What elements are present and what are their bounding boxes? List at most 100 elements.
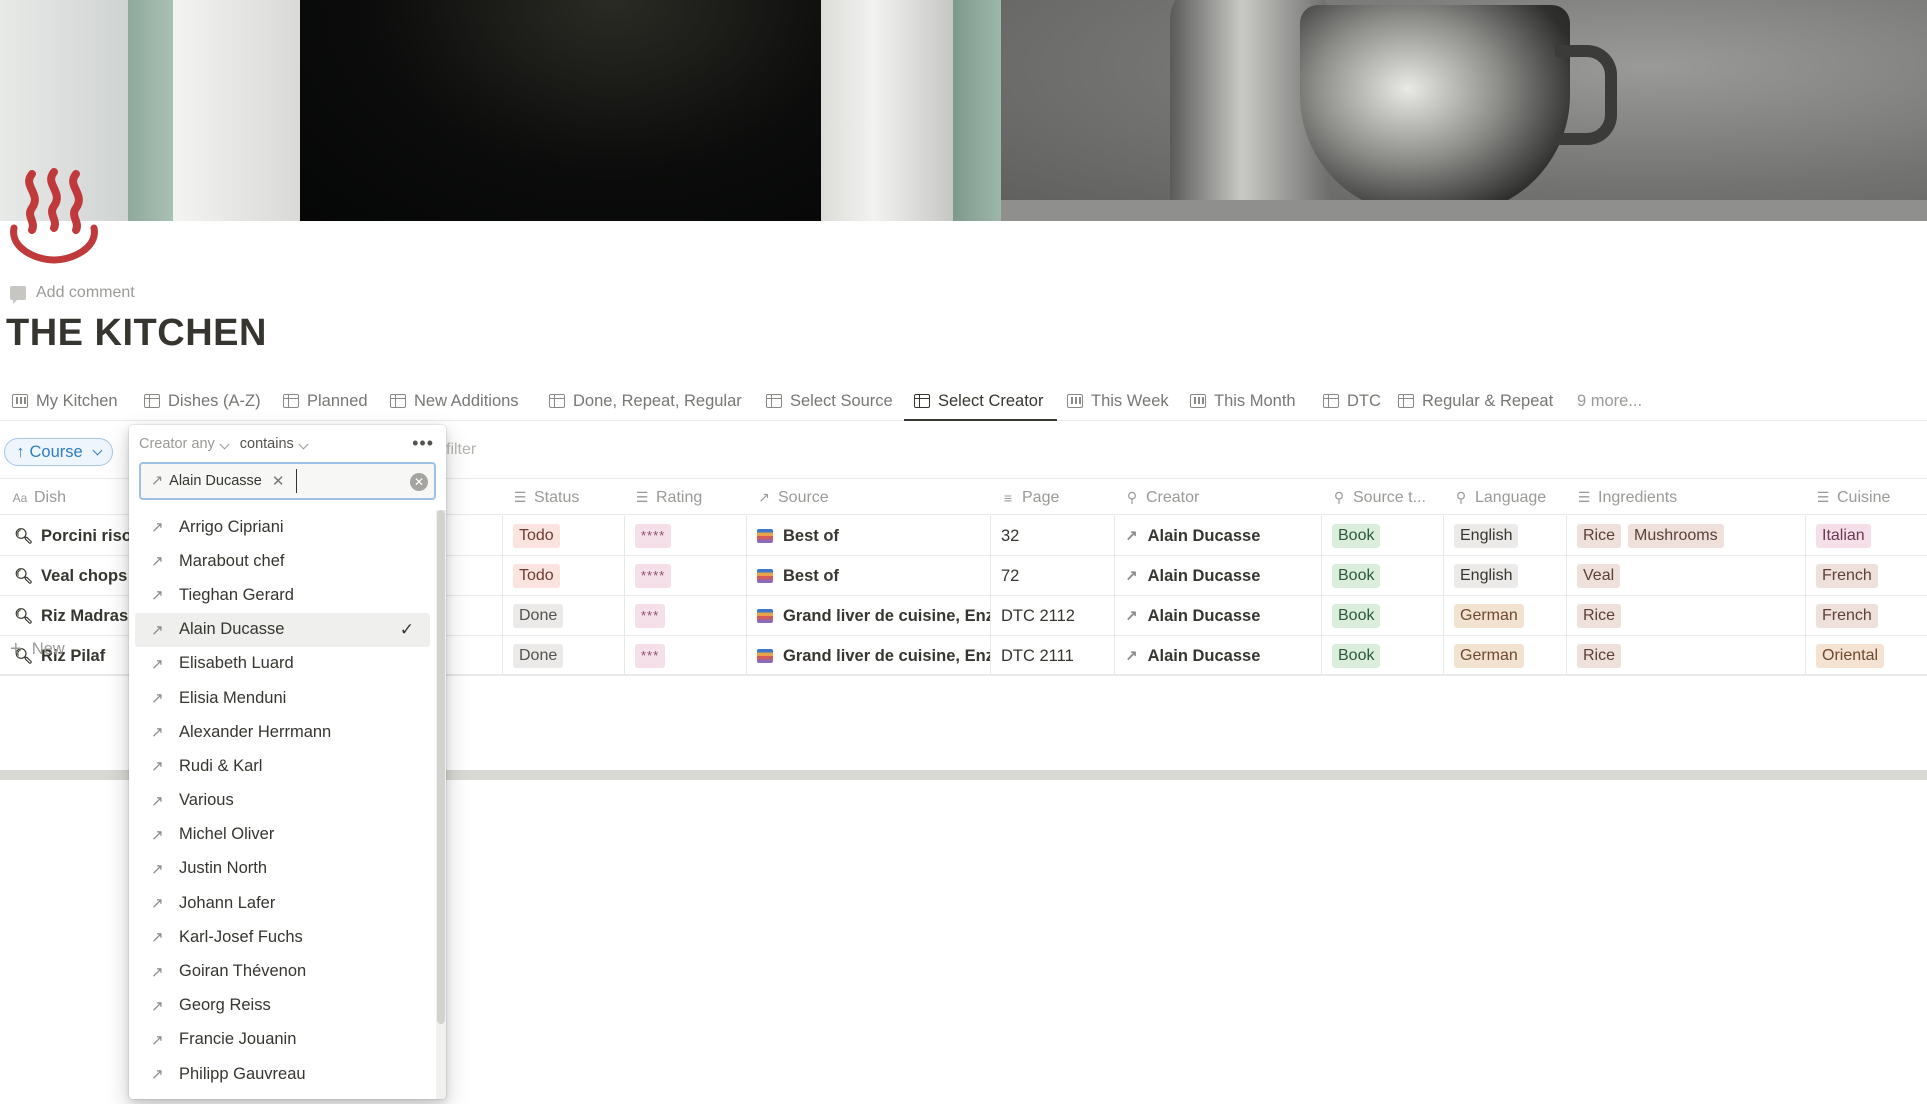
option-item-selected[interactable]: ↗ Alain Ducasse ✓ bbox=[135, 612, 430, 647]
tab-done-repeat-regular[interactable]: Done, Repeat, Regular bbox=[549, 381, 742, 421]
filter-search-input[interactable] bbox=[296, 469, 397, 493]
column-header-status[interactable]: ☰ Status bbox=[512, 479, 580, 516]
cuisine-cell[interactable]: Oriental bbox=[1805, 636, 1927, 676]
source-cell[interactable]: Grand liver de cuisine, Enz bbox=[746, 636, 990, 676]
creator-link[interactable]: Alain Ducasse bbox=[1148, 647, 1261, 666]
add-filter-button[interactable]: filter bbox=[446, 441, 476, 459]
add-comment-button[interactable]: Add comment bbox=[10, 283, 135, 304]
creator-cell[interactable]: ↗ Alain Ducasse bbox=[1114, 516, 1321, 556]
column-header-source-type[interactable]: ⚲ Source t... bbox=[1331, 479, 1426, 516]
new-row-button[interactable]: + New bbox=[10, 638, 65, 661]
source-cell[interactable]: Best of bbox=[746, 556, 990, 596]
option-list-scrollbar[interactable] bbox=[436, 510, 446, 1099]
tab-this-week[interactable]: This Week bbox=[1067, 381, 1169, 421]
option-item[interactable]: ↗ Michel Oliver bbox=[129, 818, 436, 852]
tab-this-month[interactable]: This Month bbox=[1190, 381, 1296, 421]
page-cover-image[interactable] bbox=[0, 0, 1927, 221]
column-header-dish[interactable]: Aa Dish bbox=[12, 479, 66, 516]
creator-link[interactable]: Alain Ducasse bbox=[1148, 567, 1261, 586]
column-header-creator[interactable]: ⚲ Creator bbox=[1124, 479, 1200, 516]
column-header-page[interactable]: ≡ Page bbox=[1000, 479, 1059, 516]
creator-cell[interactable]: ↗ Alain Ducasse bbox=[1114, 556, 1321, 596]
page-cell[interactable]: DTC 2112 bbox=[990, 596, 1114, 636]
tab-dishes-a-z[interactable]: Dishes (A-Z) bbox=[144, 381, 261, 421]
option-item[interactable]: ↗ Georg Reiss bbox=[129, 989, 436, 1023]
more-tabs-button[interactable]: 9 more... bbox=[1577, 381, 1642, 421]
tab-select-creator[interactable]: Select Creator bbox=[914, 381, 1043, 421]
option-item[interactable]: ↗ Johann Lafer bbox=[129, 886, 436, 920]
more-options-icon[interactable]: ••• bbox=[412, 433, 434, 454]
filter-property-select[interactable]: Creator any bbox=[139, 436, 230, 452]
column-header-ingredients[interactable]: ☰ Ingredients bbox=[1576, 479, 1677, 516]
tab-select-source[interactable]: Select Source bbox=[766, 381, 893, 421]
dish-cell[interactable]: 🔍︎ Veal chops bbox=[0, 556, 130, 596]
option-item[interactable]: ↗ Tieghan Gerard bbox=[129, 578, 436, 612]
option-item[interactable]: ↗ Arrigo Cipriani bbox=[129, 510, 436, 544]
tab-my-kitchen[interactable]: My Kitchen bbox=[12, 381, 118, 421]
source-type-cell[interactable]: Book bbox=[1321, 516, 1443, 556]
option-item[interactable]: ↗ Goiran Thévenon bbox=[129, 954, 436, 988]
option-item[interactable]: ↗ Elisia Menduni bbox=[129, 681, 436, 715]
clear-search-icon[interactable]: ✕ bbox=[410, 473, 428, 491]
dish-cell[interactable]: 🔍︎ Riz Madras bbox=[0, 596, 130, 636]
ingredients-cell[interactable]: Rice bbox=[1566, 636, 1805, 676]
scrollbar-thumb[interactable] bbox=[437, 510, 445, 1024]
source-link[interactable]: Best of bbox=[783, 527, 839, 546]
option-item[interactable]: ↗ Various bbox=[129, 784, 436, 818]
option-item[interactable]: ↗ Karl-Josef Fuchs bbox=[129, 920, 436, 954]
language-cell[interactable]: English bbox=[1443, 556, 1566, 596]
remove-chip-icon[interactable]: ✕ bbox=[272, 472, 285, 490]
page-cell[interactable]: DTC 2111 bbox=[990, 636, 1114, 676]
dish-cell[interactable]: 🔍︎ Porcini risotto bbox=[0, 516, 130, 556]
filter-condition-select[interactable]: contains bbox=[240, 436, 309, 452]
status-cell[interactable]: Todo bbox=[502, 516, 624, 556]
cuisine-cell[interactable]: French bbox=[1805, 596, 1927, 636]
sort-course-pill[interactable]: ↑ Course bbox=[4, 438, 113, 466]
column-header-language[interactable]: ⚲ Language bbox=[1453, 479, 1546, 516]
column-header-source[interactable]: ↗ Source bbox=[756, 479, 829, 516]
option-item[interactable]: ↗ Philipp Gauvreau bbox=[129, 1057, 436, 1091]
rating-cell[interactable]: **** bbox=[624, 556, 746, 596]
ingredients-cell[interactable]: Veal bbox=[1566, 556, 1805, 596]
selected-creator-chip[interactable]: ↗ Alain Ducasse ✕ bbox=[147, 469, 288, 493]
source-cell[interactable]: Best of bbox=[746, 516, 990, 556]
column-header-rating[interactable]: ☰ Rating bbox=[634, 479, 703, 516]
hot-springs-icon[interactable] bbox=[6, 166, 102, 266]
language-cell[interactable]: German bbox=[1443, 596, 1566, 636]
source-cell[interactable]: Grand liver de cuisine, Enz bbox=[746, 596, 990, 636]
option-item[interactable]: ↗ Rudi & Karl bbox=[129, 749, 436, 783]
tab-new-additions[interactable]: New Additions bbox=[390, 381, 519, 421]
source-link[interactable]: Grand liver de cuisine, Enz bbox=[783, 647, 990, 666]
filter-search-field[interactable]: ↗ Alain Ducasse ✕ ✕ bbox=[139, 462, 436, 500]
rating-cell[interactable]: *** bbox=[624, 596, 746, 636]
cuisine-cell[interactable]: Italian bbox=[1805, 516, 1927, 556]
language-cell[interactable]: German bbox=[1443, 636, 1566, 676]
status-cell[interactable]: Done bbox=[502, 636, 624, 676]
ingredients-cell[interactable]: Rice bbox=[1566, 596, 1805, 636]
source-link[interactable]: Grand liver de cuisine, Enz bbox=[783, 607, 990, 626]
cuisine-cell[interactable]: French bbox=[1805, 556, 1927, 596]
page-title[interactable]: THE KITCHEN bbox=[6, 312, 267, 355]
language-cell[interactable]: English bbox=[1443, 516, 1566, 556]
page-cell[interactable]: 32 bbox=[990, 516, 1114, 556]
creator-cell[interactable]: ↗ Alain Ducasse bbox=[1114, 596, 1321, 636]
status-cell[interactable]: Todo bbox=[502, 556, 624, 596]
source-link[interactable]: Best of bbox=[783, 567, 839, 586]
creator-link[interactable]: Alain Ducasse bbox=[1148, 527, 1261, 546]
column-header-cuisine[interactable]: ☰ Cuisine bbox=[1815, 479, 1891, 516]
rating-cell[interactable]: **** bbox=[624, 516, 746, 556]
source-type-cell[interactable]: Book bbox=[1321, 596, 1443, 636]
rating-cell[interactable]: *** bbox=[624, 636, 746, 676]
option-item[interactable]: ↗ Justin North bbox=[129, 852, 436, 886]
option-item[interactable]: ↗ Alexander Herrmann bbox=[129, 715, 436, 749]
creator-cell[interactable]: ↗ Alain Ducasse bbox=[1114, 636, 1321, 676]
source-type-cell[interactable]: Book bbox=[1321, 636, 1443, 676]
tab-regular-repeat[interactable]: Regular & Repeat bbox=[1398, 381, 1553, 421]
status-cell[interactable]: Done bbox=[502, 596, 624, 636]
option-item[interactable]: ↗ Elisabeth Luard bbox=[129, 647, 436, 681]
option-item[interactable]: ↗ Francie Jouanin bbox=[129, 1023, 436, 1057]
source-type-cell[interactable]: Book bbox=[1321, 556, 1443, 596]
ingredients-cell[interactable]: Rice Mushrooms bbox=[1566, 516, 1805, 556]
page-cell[interactable]: 72 bbox=[990, 556, 1114, 596]
tab-planned[interactable]: Planned bbox=[283, 381, 368, 421]
